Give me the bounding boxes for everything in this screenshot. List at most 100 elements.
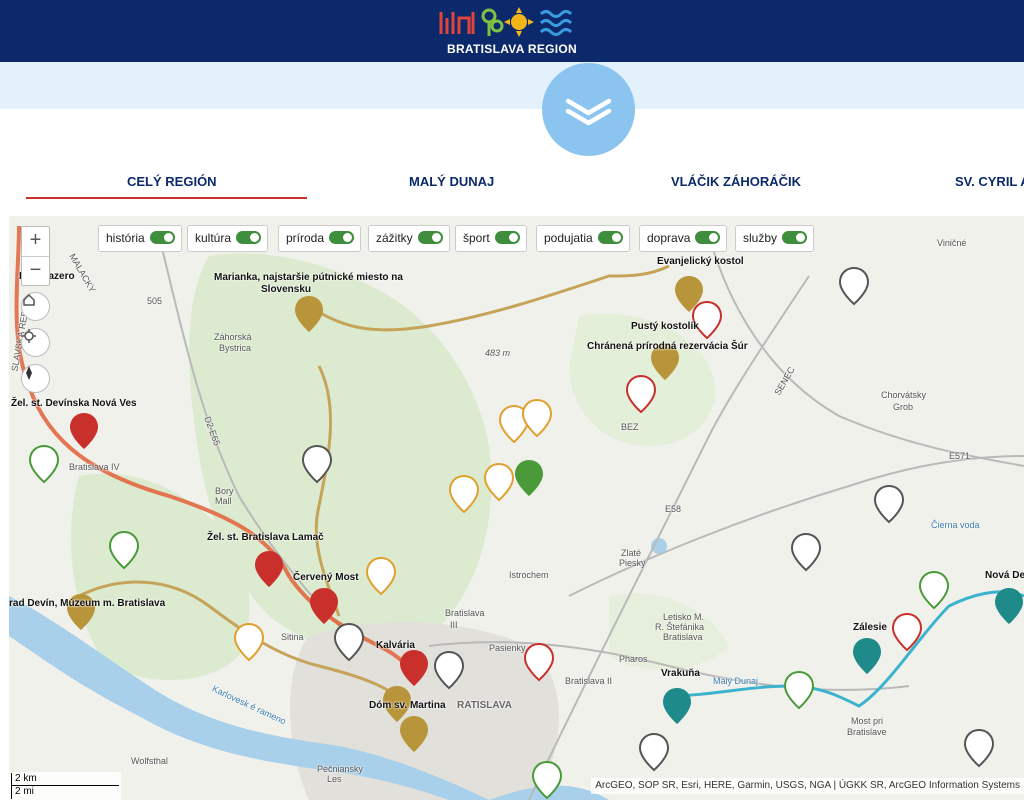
label-piesky: Piesky (619, 558, 646, 568)
zoom-out-button[interactable]: − (22, 256, 49, 285)
locate-button[interactable] (21, 328, 50, 357)
filter-label: zážitky (376, 231, 413, 245)
label-lamac: Žel. st. Bratislava Lamač (207, 532, 324, 543)
tab-sv-cyril[interactable]: SV. CYRIL A M (955, 174, 1024, 189)
toggle-switch[interactable] (695, 231, 721, 245)
label-letisko: Letisko M. (663, 612, 705, 622)
service-pin[interactable] (790, 532, 822, 572)
map-attribution: ArcGEO, SOP SR, Esri, HERE, Garmin, USGS… (591, 778, 1024, 794)
service-pin[interactable] (963, 728, 995, 768)
label-pusty-kostolik: Pustý kostolík (631, 321, 699, 332)
label-zlate: Zlaté (621, 548, 642, 558)
home-button[interactable] (21, 292, 50, 321)
label-ratislava: RATISLAVA (457, 700, 512, 711)
compass-button[interactable] (21, 364, 50, 393)
filter-label: doprava (647, 231, 691, 245)
label-bratislava-iii-2: III (450, 620, 458, 630)
toggle-switch[interactable] (597, 231, 623, 245)
label-grob: Grob (893, 402, 914, 412)
label-cierna-voda: Čierna voda (931, 520, 980, 530)
filter-label: podujatia (544, 231, 593, 245)
tab-cely-region[interactable]: CELÝ REGIÓN (127, 174, 217, 189)
filter-kultura[interactable]: kultúra (187, 225, 269, 252)
logo-text: BRATISLAVA REGION (447, 42, 577, 56)
toggle-switch[interactable] (417, 231, 443, 245)
double-chevron-down-icon (565, 98, 612, 126)
label-pharos: Pharos (619, 654, 648, 664)
filter-priroda[interactable]: príroda (278, 225, 362, 252)
label-bez: BEZ (621, 422, 639, 432)
map-view[interactable]: D. ke jazero Marianka, najstaršie pútnic… (9, 216, 1024, 800)
nature-pin[interactable] (28, 444, 60, 484)
label-istrochem: Istrochem (509, 570, 549, 580)
filter-label: príroda (286, 231, 325, 245)
service-pin[interactable] (873, 484, 905, 524)
label-bratislava-iii: Bratislava (445, 608, 485, 618)
label-most-pri: Most pri (851, 716, 884, 726)
road-senec (708, 235, 1024, 467)
scroll-down-button[interactable] (542, 63, 635, 156)
filter-sluzby[interactable]: služby (735, 225, 815, 252)
label-letisko-3: Bratislava (663, 632, 703, 642)
label-devin: rad Devín, Múzeum m. Bratislava (9, 598, 166, 609)
label-cerveny-most: Červený Most (293, 572, 359, 583)
filter-doprava[interactable]: doprava (639, 225, 728, 252)
label-most-pri-2: Bratislave (847, 727, 887, 737)
scale-km: 2 km (11, 773, 119, 786)
filter-historia[interactable]: história (98, 225, 182, 252)
label-marianka: Marianka, najstaršie pútnické miesto na (214, 272, 403, 283)
service-pin[interactable] (838, 266, 870, 306)
toggle-switch[interactable] (494, 231, 520, 245)
label-pasienky: Pasienky (489, 643, 526, 653)
label-e571: E571 (949, 451, 971, 461)
label-elevation: 483 m (485, 348, 511, 358)
toggle-switch[interactable] (149, 231, 175, 245)
zoom-in-button[interactable]: + (22, 227, 49, 256)
bratislava-region-logo[interactable]: BRATISLAVA REGION (437, 4, 587, 58)
toggle-switch[interactable] (236, 231, 262, 245)
scale-bar: 2 km 2 mi (9, 772, 121, 800)
nature-pin[interactable] (918, 570, 950, 610)
label-les: Les (327, 774, 342, 784)
label-maly-dunaj: Malý Dunaj (713, 676, 759, 686)
site-header: BRATISLAVA REGION (0, 0, 1024, 62)
tab-maly-dunaj[interactable]: MALÝ DUNAJ (409, 174, 494, 189)
label-wolfsthal: Wolfsthal (131, 756, 168, 766)
nature-pin[interactable] (783, 670, 815, 710)
label-nova-dedinka: Nová De (985, 570, 1024, 581)
active-tab-indicator (26, 197, 307, 199)
toggle-switch[interactable] (782, 231, 808, 245)
compass-icon (26, 366, 32, 380)
filter-label: služby (743, 231, 778, 245)
filter-sport[interactable]: šport (455, 225, 527, 252)
filter-label: šport (463, 231, 490, 245)
label-mall: Mall (215, 496, 232, 506)
home-icon (23, 293, 35, 306)
toggle-switch[interactable] (329, 231, 355, 245)
label-kalvaria: Kalvária (376, 640, 415, 651)
sport-pin[interactable] (663, 688, 691, 724)
label-bratislava-iv: Bratislava IV (69, 462, 120, 472)
sport-pin[interactable] (995, 588, 1023, 624)
label-peciansky: Pečniansky (317, 764, 364, 774)
crosshair-icon (22, 329, 36, 343)
nature-pin[interactable] (515, 460, 543, 496)
label-chorvatsky: Chorvátsky (881, 390, 927, 400)
label-letisko-2: R. Štefánika (655, 622, 705, 632)
culture-pin[interactable] (691, 300, 723, 340)
label-sitina: Sitina (281, 632, 304, 642)
filter-podujatia[interactable]: podujatia (536, 225, 630, 252)
zoom-control: + − (21, 226, 50, 286)
label-marianka-2: Slovensku (261, 284, 312, 295)
scale-mi: 2 mi (11, 786, 119, 799)
sport-pin[interactable] (853, 638, 881, 674)
service-pin[interactable] (638, 732, 670, 772)
label-vrakuna: Vrakuňa (661, 668, 700, 679)
label-zahorska: Záhorská (214, 332, 252, 342)
tab-vlacik-zahoracik[interactable]: VLÁČIK ZÁHORÁČIK (671, 174, 801, 189)
experience-pin[interactable] (521, 398, 553, 438)
label-bory: Bory (215, 486, 234, 496)
train-pin[interactable] (70, 413, 98, 449)
filter-zazitky[interactable]: zážitky (368, 225, 450, 252)
filter-label: kultúra (195, 231, 232, 245)
